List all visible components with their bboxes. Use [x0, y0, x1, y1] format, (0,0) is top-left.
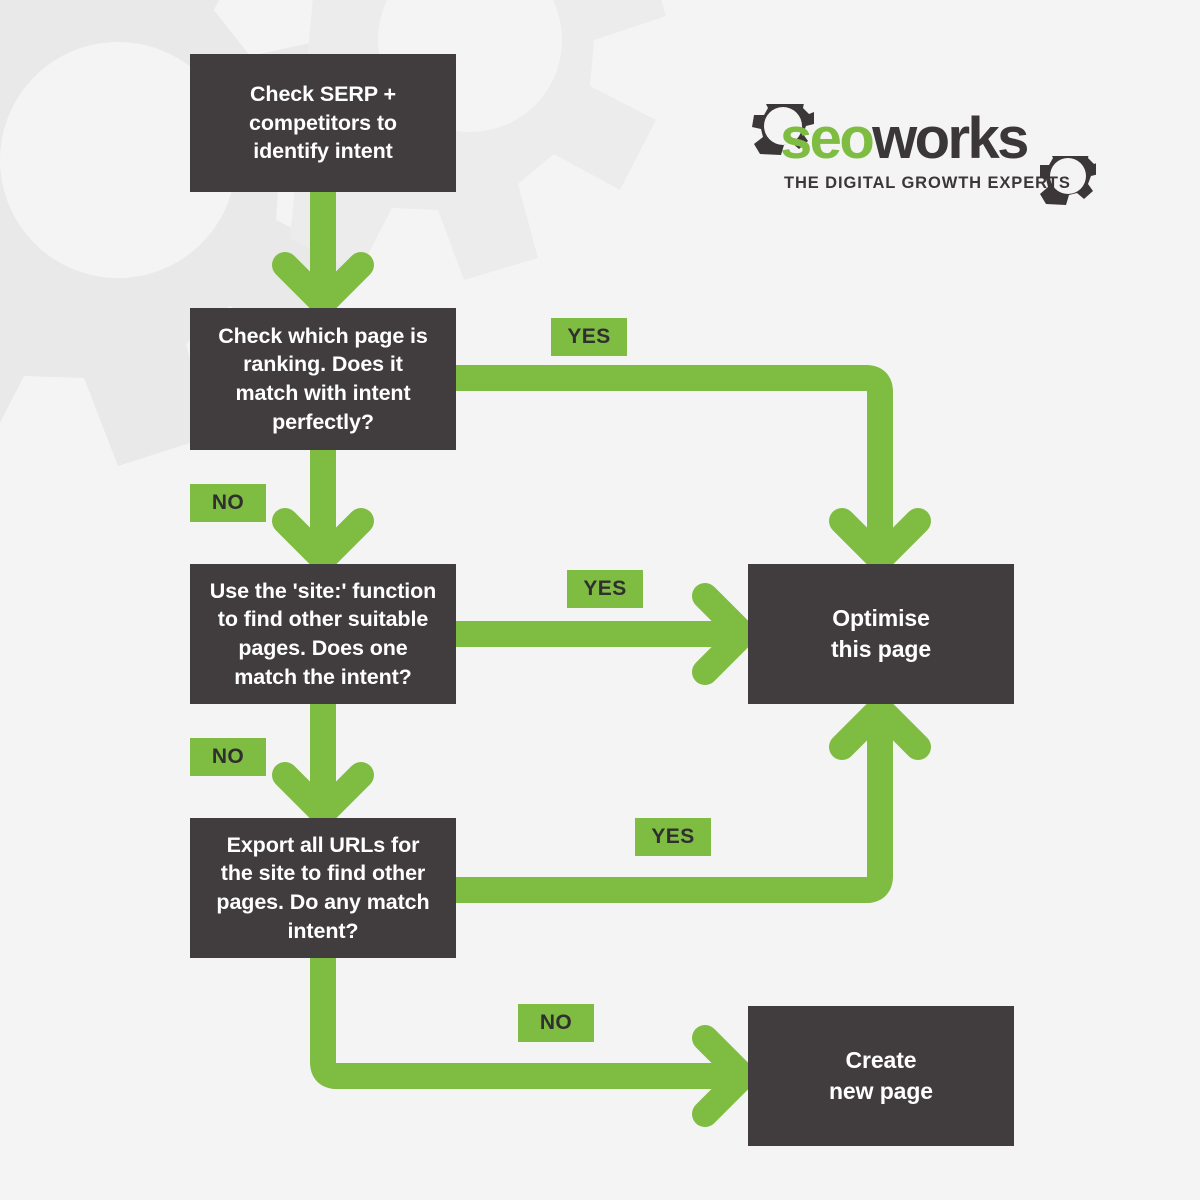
- seoworks-logo[interactable]: seoworks THE DIGITAL GROWTH EXPERTS: [752, 104, 1096, 208]
- node-serp-text: Check SERP + competitors to identify int…: [249, 80, 397, 166]
- node-site-line2: to find other suitable: [217, 607, 429, 632]
- node-site-line3: pages. Does one: [238, 636, 408, 660]
- node-export-line4: intent?: [287, 918, 359, 943]
- edge-label-no-export: NO: [518, 1004, 594, 1042]
- edge-export-to-optimise: [443, 717, 893, 903]
- node-export-urls[interactable]: Export all URLs for the site to find oth…: [190, 818, 456, 958]
- logo-tagline: THE DIGITAL GROWTH EXPERTS: [784, 174, 1071, 192]
- logo-wordmark: seoworks: [780, 110, 1029, 168]
- node-ranking-line2: ranking. Does it: [243, 352, 403, 377]
- logo-word-works: works: [872, 106, 1029, 171]
- node-site-function[interactable]: Use the 'site:' function to find other s…: [190, 564, 456, 704]
- edge-ranking-to-optimise: [443, 365, 893, 551]
- node-create-new-page[interactable]: Create new page: [748, 1006, 1014, 1146]
- flowchart-canvas: Check SERP + competitors to identify int…: [0, 0, 1200, 1200]
- node-site-line4: match the intent?: [234, 664, 412, 689]
- node-export-line2: the site to find other: [220, 861, 426, 886]
- edge-label-yes-site: YES: [567, 570, 643, 608]
- node-create-line2: new page: [828, 1078, 933, 1104]
- node-site-line1: Use the 'site:' function: [209, 578, 437, 603]
- edge-label-yes-ranking: YES: [551, 318, 627, 356]
- node-serp-line2: competitors to: [249, 110, 397, 135]
- node-export-line3: pages. Do any match: [216, 890, 430, 914]
- node-create-line1: Create: [845, 1047, 917, 1074]
- edge-label-no-ranking: NO: [190, 484, 266, 522]
- node-serp-line3: identify intent: [253, 139, 393, 164]
- node-site-text: Use the 'site:' function to find other s…: [209, 577, 437, 691]
- node-ranking-line4: perfectly?: [272, 409, 374, 434]
- edge-label-yes-export: YES: [635, 818, 711, 856]
- node-optimise-line2: this page: [830, 636, 932, 662]
- node-optimise-text: Optimise this page: [831, 603, 931, 664]
- node-ranking-line1: Check which page is: [218, 323, 428, 348]
- node-serp-line1: Check SERP +: [249, 82, 396, 107]
- node-check-ranking-page[interactable]: Check which page is ranking. Does it mat…: [190, 308, 456, 450]
- node-ranking-line3: match with intent: [235, 381, 411, 405]
- node-export-text: Export all URLs for the site to find oth…: [216, 831, 429, 945]
- logo-word-seo: seo: [780, 106, 875, 171]
- node-optimise-this-page[interactable]: Optimise this page: [748, 564, 1014, 704]
- node-check-serp[interactable]: Check SERP + competitors to identify int…: [190, 54, 456, 192]
- node-optimise-line1: Optimise: [832, 605, 930, 632]
- node-ranking-text: Check which page is ranking. Does it mat…: [218, 322, 428, 436]
- node-create-text: Create new page: [829, 1045, 933, 1106]
- edge-label-no-site: NO: [190, 738, 266, 776]
- node-export-line1: Export all URLs for: [226, 832, 420, 857]
